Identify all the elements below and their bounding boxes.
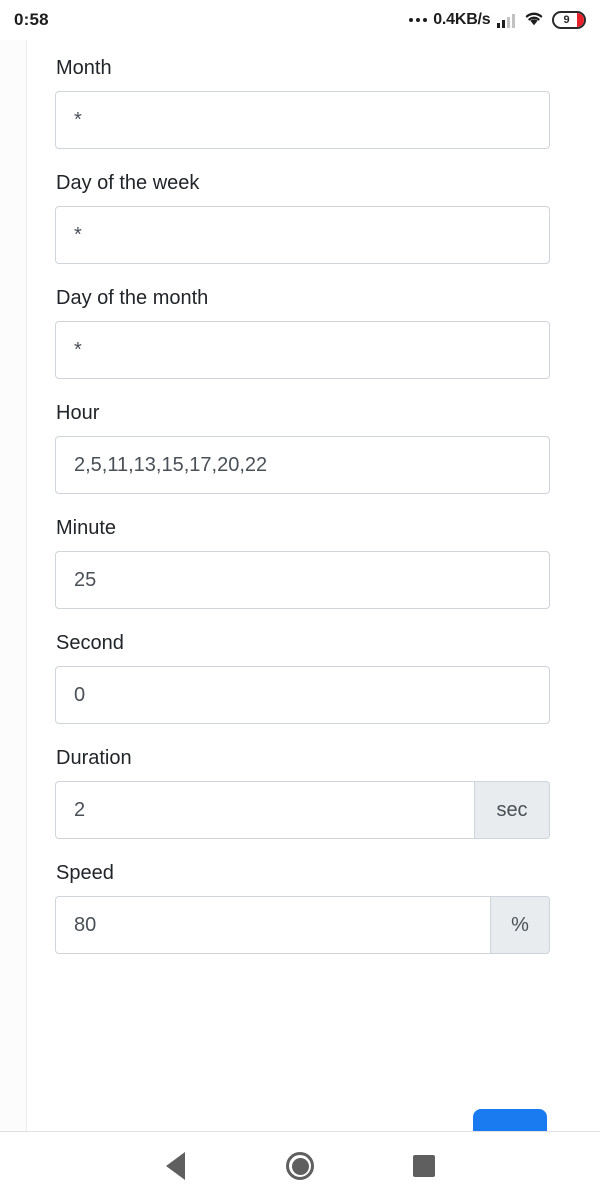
minute-input[interactable] (55, 551, 550, 609)
hour-input[interactable] (55, 436, 550, 494)
speed-input[interactable] (55, 896, 490, 954)
signal-bars-icon (496, 12, 515, 28)
field-month: Month (55, 56, 572, 149)
schedule-form: Month Day of the week Day of the month H… (26, 40, 600, 1132)
nav-home-button[interactable] (252, 1132, 348, 1200)
nav-recents-button[interactable] (376, 1132, 472, 1200)
field-duration: Duration sec (55, 746, 572, 839)
field-minute: Minute (55, 516, 572, 609)
page-scroll-area[interactable]: Month Day of the week Day of the month H… (0, 40, 600, 1132)
android-navigation-bar (0, 1132, 600, 1200)
field-label: Duration (56, 747, 132, 769)
field-label: Speed (56, 862, 114, 884)
second-input[interactable] (55, 666, 550, 724)
input-group (55, 666, 550, 724)
month-input[interactable] (55, 91, 550, 149)
input-group (55, 436, 550, 494)
battery-icon: 9 (552, 11, 586, 29)
three-dots-icon (408, 17, 428, 23)
network-speed-label: 0.4KB/s (433, 11, 491, 28)
input-group: % (55, 896, 550, 954)
field-label: Minute (56, 517, 117, 539)
day-of-week-input[interactable] (55, 206, 550, 264)
wifi-icon (523, 9, 545, 31)
input-group (55, 551, 550, 609)
back-icon (165, 1152, 185, 1180)
field-label: Second (56, 632, 124, 654)
day-of-month-input[interactable] (55, 321, 550, 379)
field-speed: Speed % (55, 861, 572, 954)
input-group (55, 321, 550, 379)
field-hour: Hour (55, 401, 572, 494)
input-group: sec (55, 781, 550, 839)
duration-input[interactable] (55, 781, 474, 839)
field-label: Day of the month (56, 287, 209, 309)
input-group (55, 206, 550, 264)
duration-unit-addon: sec (474, 781, 550, 839)
recents-icon (413, 1155, 435, 1177)
field-label: Month (56, 57, 112, 79)
field-day-of-month: Day of the month (55, 286, 572, 379)
field-label: Hour (56, 402, 100, 424)
speed-unit-addon: % (490, 896, 550, 954)
status-clock: 0:58 (14, 10, 49, 29)
home-icon (286, 1152, 314, 1180)
battery-tip (577, 13, 584, 27)
field-second: Second (55, 631, 572, 724)
status-bar: 0:58 0.4KB/s 9 (0, 0, 600, 40)
save-button[interactable] (473, 1109, 547, 1132)
field-day-of-week: Day of the week (55, 171, 572, 264)
status-indicators: 0.4KB/s 9 (408, 9, 586, 31)
field-label: Day of the week (56, 172, 200, 194)
input-group (55, 91, 550, 149)
nav-back-button[interactable] (127, 1132, 223, 1200)
battery-level-label: 9 (563, 13, 570, 26)
